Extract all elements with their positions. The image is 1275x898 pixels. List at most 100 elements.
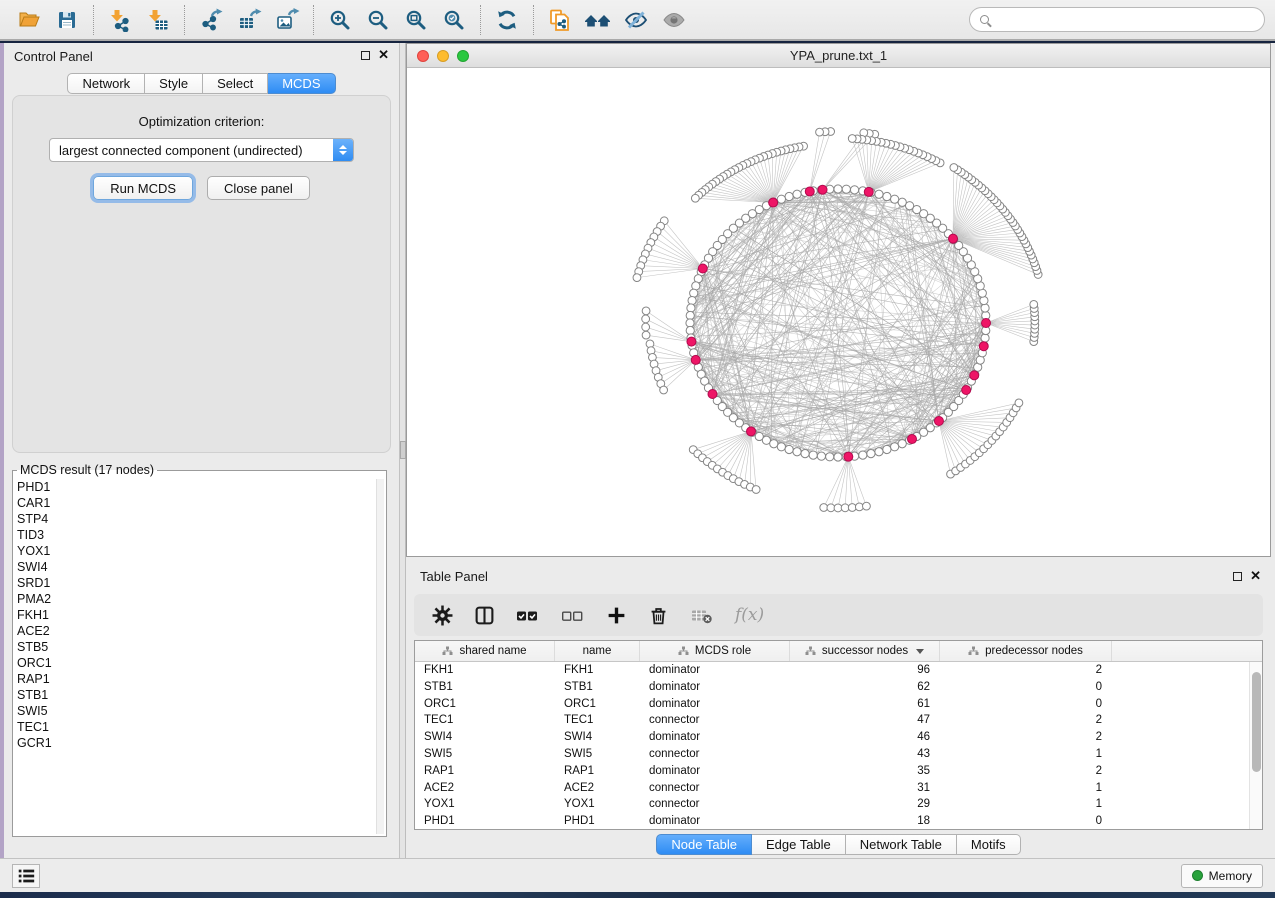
result-list-item[interactable]: STB5 bbox=[17, 639, 374, 655]
table-cell: SWI5 bbox=[415, 746, 555, 763]
export-image-button[interactable] bbox=[268, 4, 306, 36]
run-mcds-button[interactable]: Run MCDS bbox=[93, 176, 193, 200]
table-row[interactable]: RAP1RAP1dominator352 bbox=[415, 763, 1249, 780]
column-header-name[interactable]: name bbox=[555, 641, 640, 661]
table-cell: dominator bbox=[640, 813, 790, 830]
tab-select[interactable]: Select bbox=[203, 73, 268, 94]
apply-function-button[interactable]: f(x) bbox=[735, 605, 764, 625]
memory-status-icon bbox=[1192, 870, 1203, 881]
save-session-button[interactable] bbox=[48, 4, 86, 36]
result-list-item[interactable]: SWI4 bbox=[17, 559, 374, 575]
table-tab-node-table[interactable]: Node Table bbox=[656, 834, 752, 855]
table-row[interactable]: SWI5SWI5connector431 bbox=[415, 746, 1249, 763]
table-row[interactable]: FKH1FKH1dominator962 bbox=[415, 662, 1249, 679]
table-row[interactable]: PHD1PHD1dominator180 bbox=[415, 813, 1249, 830]
table-options-button[interactable] bbox=[432, 605, 453, 626]
delete-columns-button[interactable] bbox=[648, 605, 669, 626]
table-cell: 18 bbox=[790, 813, 940, 830]
tab-mcds[interactable]: MCDS bbox=[268, 73, 335, 94]
result-list-item[interactable]: FKH1 bbox=[17, 607, 374, 623]
table-cell: 62 bbox=[790, 679, 940, 696]
close-panel-button[interactable]: Close panel bbox=[207, 176, 310, 200]
import-table-button[interactable] bbox=[139, 4, 177, 36]
open-folder-icon bbox=[16, 8, 42, 32]
export-image-icon bbox=[274, 8, 300, 32]
table-row[interactable]: SWI4SWI4dominator462 bbox=[415, 729, 1249, 746]
result-list-item[interactable]: PHD1 bbox=[17, 479, 374, 495]
tab-style[interactable]: Style bbox=[145, 73, 203, 94]
result-list-item[interactable]: ORC1 bbox=[17, 655, 374, 671]
result-list-item[interactable]: GCR1 bbox=[17, 735, 374, 751]
table-cell: connector bbox=[640, 712, 790, 729]
import-network-button[interactable] bbox=[101, 4, 139, 36]
table-row[interactable]: TEC1TEC1connector472 bbox=[415, 712, 1249, 729]
float-panel-icon[interactable] bbox=[361, 51, 370, 60]
export-network-button[interactable] bbox=[192, 4, 230, 36]
result-list-item[interactable]: TEC1 bbox=[17, 719, 374, 735]
clone-network-icon bbox=[547, 8, 573, 32]
show-eye-icon bbox=[661, 8, 687, 32]
table-cell: 0 bbox=[940, 696, 1112, 713]
column-header-mcds-role[interactable]: MCDS role bbox=[640, 641, 790, 661]
export-table-icon bbox=[236, 8, 262, 32]
zoom-in-button[interactable] bbox=[321, 4, 359, 36]
table-tab-motifs[interactable]: Motifs bbox=[957, 834, 1021, 855]
result-scrollbar[interactable] bbox=[376, 479, 384, 834]
hierarchy-icon bbox=[678, 646, 689, 656]
show-all-button[interactable] bbox=[655, 4, 693, 36]
result-list-item[interactable]: RAP1 bbox=[17, 671, 374, 687]
search-input[interactable] bbox=[996, 13, 1254, 27]
column-header-predecessor-nodes[interactable]: predecessor nodes bbox=[940, 641, 1112, 661]
clone-network-button[interactable] bbox=[541, 4, 579, 36]
table-row[interactable]: STB1STB1dominator620 bbox=[415, 679, 1249, 696]
show-columns-button[interactable] bbox=[474, 605, 495, 626]
table-cell: 47 bbox=[790, 712, 940, 729]
tab-network[interactable]: Network bbox=[67, 73, 145, 94]
result-list-item[interactable]: ACE2 bbox=[17, 623, 374, 639]
deselect-all-button[interactable] bbox=[561, 605, 585, 626]
column-header-successor-nodes[interactable]: successor nodes bbox=[790, 641, 940, 661]
network-window: YPA_prune.txt_1 bbox=[406, 43, 1271, 557]
result-list-item[interactable]: YOX1 bbox=[17, 543, 374, 559]
result-list-item[interactable]: SWI5 bbox=[17, 703, 374, 719]
open-session-button[interactable] bbox=[10, 4, 48, 36]
table-cell: TEC1 bbox=[415, 712, 555, 729]
table-tab-edge-table[interactable]: Edge Table bbox=[752, 834, 846, 855]
select-all-icon bbox=[516, 605, 540, 626]
optimization-select[interactable]: largest connected component (undirected) bbox=[49, 138, 354, 162]
delete-table-button[interactable] bbox=[690, 605, 714, 626]
hide-selected-button[interactable] bbox=[617, 4, 655, 36]
zoom-out-button[interactable] bbox=[359, 4, 397, 36]
table-row[interactable]: YOX1YOX1connector291 bbox=[415, 796, 1249, 813]
table-cell: 1 bbox=[940, 780, 1112, 797]
result-list-item[interactable]: SRD1 bbox=[17, 575, 374, 591]
hide-eye-icon bbox=[623, 8, 649, 32]
result-list-item[interactable]: TID3 bbox=[17, 527, 374, 543]
zoom-selected-button[interactable] bbox=[435, 4, 473, 36]
table-scrollbar-thumb[interactable] bbox=[1252, 672, 1261, 772]
close-table-panel-icon[interactable]: ✕ bbox=[1250, 571, 1261, 581]
network-canvas[interactable] bbox=[407, 68, 1270, 556]
table-cell: dominator bbox=[640, 763, 790, 780]
export-table-button[interactable] bbox=[230, 4, 268, 36]
plus-icon bbox=[606, 605, 627, 626]
table-row[interactable]: ORC1ORC1dominator610 bbox=[415, 696, 1249, 713]
result-list-item[interactable]: CAR1 bbox=[17, 495, 374, 511]
result-list-item[interactable]: STB1 bbox=[17, 687, 374, 703]
select-all-button[interactable] bbox=[516, 605, 540, 626]
float-table-panel-icon[interactable] bbox=[1233, 572, 1242, 581]
table-row[interactable]: ACE2ACE2connector311 bbox=[415, 780, 1249, 797]
close-panel-icon[interactable]: ✕ bbox=[378, 50, 389, 60]
create-column-button[interactable] bbox=[606, 605, 627, 626]
first-neighbors-button[interactable] bbox=[579, 4, 617, 36]
memory-button[interactable]: Memory bbox=[1181, 864, 1263, 888]
table-tab-network-table[interactable]: Network Table bbox=[846, 834, 957, 855]
zoom-out-icon bbox=[365, 8, 391, 32]
result-list-item[interactable]: STP4 bbox=[17, 511, 374, 527]
result-list-item[interactable]: PMA2 bbox=[17, 591, 374, 607]
zoom-fit-button[interactable] bbox=[397, 4, 435, 36]
table-scrollbar[interactable] bbox=[1249, 662, 1262, 829]
refresh-button[interactable] bbox=[488, 4, 526, 36]
task-history-button[interactable] bbox=[12, 864, 40, 888]
column-header-shared-name[interactable]: shared name bbox=[415, 641, 555, 661]
